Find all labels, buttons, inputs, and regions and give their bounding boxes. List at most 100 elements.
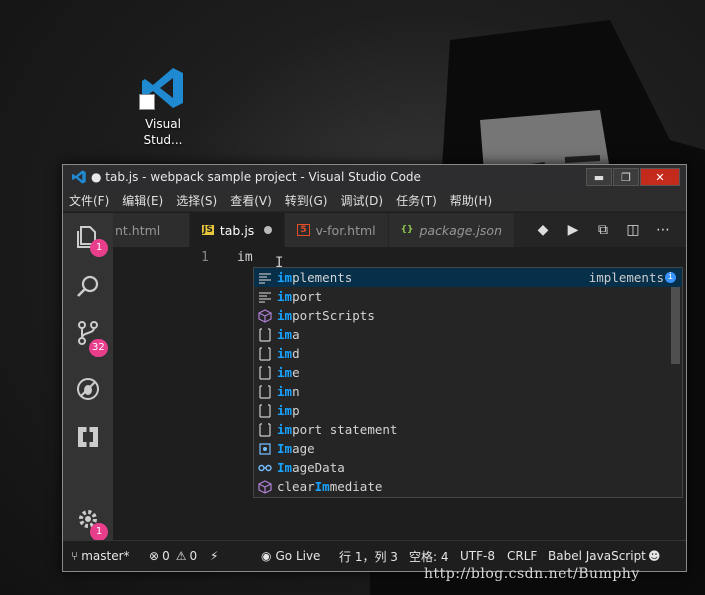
warning-count: 0 xyxy=(189,549,198,563)
suggestion-item[interactable]: ima xyxy=(254,325,682,344)
suggestion-item[interactable]: imp xyxy=(254,401,682,420)
source-control-badge: 32 xyxy=(89,339,108,357)
suggestion-match: Im xyxy=(314,479,330,494)
snippet-kind-icon xyxy=(258,346,272,361)
cursor-position[interactable]: 行 1，列 3 xyxy=(339,548,398,565)
window-title: ● tab.js - webpack sample project - Visu… xyxy=(91,170,421,184)
tab-label: tab.js xyxy=(219,222,255,238)
problems-status[interactable]: ⊗ 0 ⚠ 0 xyxy=(149,549,197,563)
tab-v-for-html[interactable]: 5 v-for.html xyxy=(285,213,389,247)
suggestion-item[interactable]: Image xyxy=(254,439,682,458)
suggestion-label: importScripts xyxy=(277,308,375,323)
suggestion-label: ima xyxy=(277,327,300,342)
suggestion-label-suffix: port statement xyxy=(292,422,398,437)
suggestion-match: im xyxy=(277,308,293,323)
menu-help[interactable]: 帮助(H) xyxy=(450,192,492,209)
menu-go[interactable]: 转到(G) xyxy=(285,192,328,209)
run-icon[interactable]: ▶ xyxy=(558,215,588,245)
lightning-icon[interactable]: ⚡ xyxy=(210,549,218,563)
branch-status[interactable]: ⑂ master* xyxy=(71,549,130,563)
suggestion-item[interactable]: importScripts xyxy=(254,306,682,325)
suggestion-item[interactable]: imd xyxy=(254,344,682,363)
class-kind-icon xyxy=(258,442,272,456)
unsaved-dot-icon[interactable] xyxy=(264,226,273,234)
suggestion-label: Image xyxy=(277,441,315,456)
explorer-activity[interactable]: 1 xyxy=(63,217,113,257)
suggestion-item[interactable]: import statement xyxy=(254,420,682,439)
method-kind-icon xyxy=(258,308,272,323)
split-editor-icon[interactable]: ◫ xyxy=(618,215,648,245)
indentation-status[interactable]: 空格: 4 xyxy=(409,548,449,565)
method-kind-icon xyxy=(258,479,272,494)
tab-tab-js[interactable]: JS tab.js xyxy=(190,213,286,247)
suggestion-label-suffix: e xyxy=(292,365,300,380)
suggestion-item[interactable]: ImageData xyxy=(254,458,682,477)
suggestion-match: im xyxy=(277,289,293,304)
tab-nt-html[interactable]: nt.html xyxy=(113,213,190,247)
menu-file[interactable]: 文件(F) xyxy=(69,192,109,209)
go-live-status[interactable]: ◉ Go Live xyxy=(261,549,320,563)
menu-tasks[interactable]: 任务(T) xyxy=(396,192,437,209)
language-mode[interactable]: Babel JavaScript xyxy=(548,549,646,563)
more-actions-icon[interactable]: ⋯ xyxy=(648,215,678,245)
open-preview-icon[interactable]: ⧉ xyxy=(588,215,618,245)
watermark: http://blog.csdn.net/Bumphy xyxy=(424,566,640,582)
activity-bar: 1 32 1 xyxy=(63,213,113,541)
suggestion-item[interactable]: clearImmediate xyxy=(254,477,682,496)
code-line[interactable]: im xyxy=(237,250,253,265)
debug-activity[interactable] xyxy=(63,369,113,409)
debug-icon xyxy=(77,378,99,400)
snippet-kind-icon xyxy=(258,422,272,437)
tab-package-json[interactable]: {} package.json xyxy=(388,213,515,247)
minimize-button[interactable]: ▬ xyxy=(586,168,612,186)
eol-status[interactable]: CRLF xyxy=(507,549,537,563)
git-branch-icon: ⑂ xyxy=(71,549,79,563)
snippet-kind-icon xyxy=(258,327,272,342)
js-file-icon: JS xyxy=(202,225,214,235)
suggestion-match: im xyxy=(277,384,293,399)
desktop-shortcut-vscode[interactable]: Visual Stud... xyxy=(128,64,198,148)
suggestion-label: clearImmediate xyxy=(277,479,382,494)
suggestion-item[interactable]: import xyxy=(254,287,682,306)
suggestion-label-suffix: port xyxy=(292,289,323,304)
encoding-status[interactable]: UTF-8 xyxy=(460,549,495,563)
suggestion-match: Im xyxy=(277,460,293,475)
suggestion-label: imd xyxy=(277,346,300,361)
title-bar[interactable]: ● tab.js - webpack sample project - Visu… xyxy=(63,165,686,189)
search-icon xyxy=(77,275,99,297)
branch-name: master* xyxy=(81,549,130,563)
snippet-kind-icon xyxy=(258,403,272,418)
suggest-widget[interactable]: implements implements i import importScripts… xyxy=(253,267,683,498)
suggestion-label: import xyxy=(277,289,322,304)
source-control-activity[interactable]: 32 xyxy=(63,313,113,357)
explorer-badge: 1 xyxy=(90,239,108,257)
suggestion-item[interactable]: implements implements i xyxy=(254,268,682,287)
close-button[interactable]: ✕ xyxy=(640,168,680,186)
git-compare-icon[interactable]: ◆ xyxy=(528,215,558,245)
menu-selection[interactable]: 选择(S) xyxy=(176,192,217,209)
interface-kind-icon xyxy=(258,461,272,475)
shortcut-arrow-icon xyxy=(139,94,155,110)
go-live-label: Go Live xyxy=(275,549,321,563)
menu-debug[interactable]: 调试(D) xyxy=(340,192,383,209)
broadcast-icon: ◉ xyxy=(261,549,272,563)
menu-view[interactable]: 查看(V) xyxy=(230,192,272,209)
extensions-activity[interactable] xyxy=(63,417,113,457)
maximize-button[interactable]: ❐ xyxy=(613,168,639,186)
desktop-icon-label-1: Visual xyxy=(145,117,181,131)
suggestion-label-prefix: clear xyxy=(277,479,315,494)
vscode-logo-icon xyxy=(139,64,187,112)
suggestion-label-suffix: a xyxy=(292,327,300,342)
search-activity[interactable] xyxy=(63,267,113,307)
suggestion-item[interactable]: imn xyxy=(254,382,682,401)
info-icon[interactable]: i xyxy=(665,272,676,283)
snippet-kind-icon xyxy=(258,384,272,399)
suggestion-item[interactable]: ime xyxy=(254,363,682,382)
suggestion-match: im xyxy=(277,327,293,342)
vscode-app-icon xyxy=(72,170,86,184)
suggestion-label-suffix: mediate xyxy=(329,479,383,494)
settings-activity[interactable]: 1 xyxy=(63,499,113,541)
feedback-smiley-icon[interactable]: ☻ xyxy=(648,549,661,563)
menu-edit[interactable]: 编辑(E) xyxy=(122,192,163,209)
warning-icon: ⚠ xyxy=(175,549,187,563)
